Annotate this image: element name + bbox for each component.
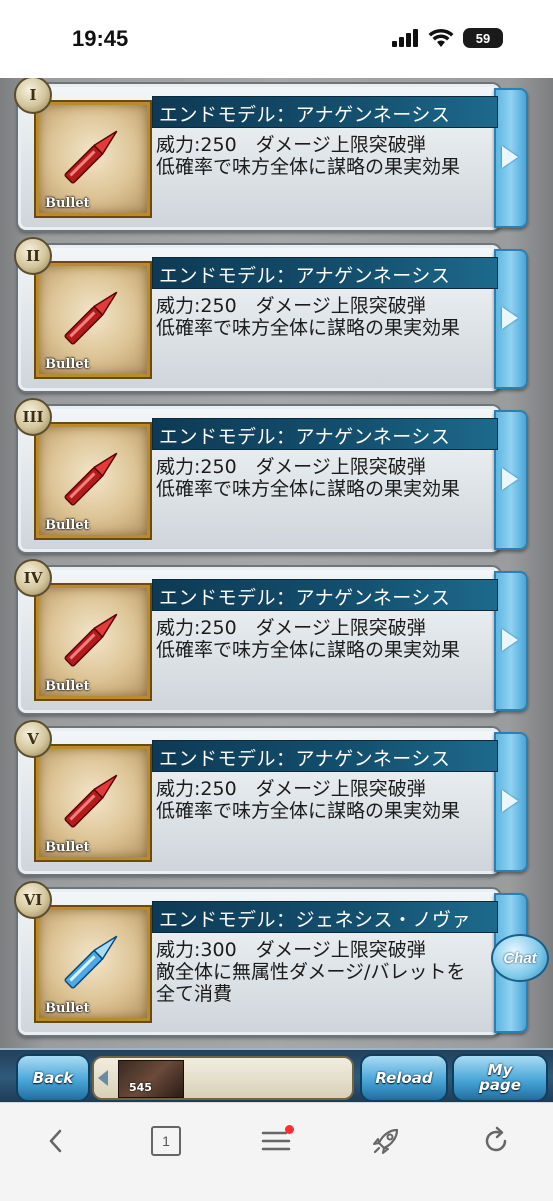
item-name: エンドモデル：アナゲンネーシス	[159, 426, 451, 448]
item-description: 威力:250 ダメージ上限突破弾 低確率で味方全体に謀略の果実効果	[156, 617, 496, 661]
item-thumbnail: Bullet	[36, 424, 150, 538]
description-line: 全て消費	[156, 983, 233, 1005]
item-name-bar: エンドモデル：アナゲンネーシス	[152, 418, 498, 450]
chat-button[interactable]: Chat	[491, 934, 549, 982]
item-card[interactable]: Bullet I エンドモデル：アナゲンネーシス 威力:250 ダメージ上限突破…	[14, 78, 528, 230]
item-type-label: Bullet	[45, 679, 90, 694]
battery-icon: 59	[463, 28, 503, 48]
back-chevron-icon[interactable]	[36, 1121, 76, 1161]
slot-numeral: VI	[14, 881, 52, 919]
arrow-right-icon	[502, 629, 518, 651]
item-thumbnail: Bullet	[36, 907, 150, 1021]
item-description: 威力:300 ダメージ上限突破弾 敵全体に無属性ダメージ/バレットを 全て消費	[156, 939, 496, 1005]
item-name-bar: エンドモデル：アナゲンネーシス	[152, 257, 498, 289]
description-line: 威力:250 ダメージ上限突破弾	[156, 295, 426, 317]
arrow-right-icon	[502, 146, 518, 168]
item-type-label: Bullet	[45, 357, 90, 372]
bullet-icon	[64, 452, 118, 506]
card-detail-button[interactable]	[494, 571, 528, 711]
item-type-label: Bullet	[45, 840, 90, 855]
description-line: 敵全体に無属性ダメージ/バレットを	[156, 961, 466, 983]
character-thumbnail: 545	[118, 1060, 184, 1098]
wifi-icon	[428, 28, 454, 47]
tab-count: 1	[151, 1126, 181, 1156]
item-name: エンドモデル：アナゲンネーシス	[159, 748, 451, 770]
arrow-right-icon	[502, 307, 518, 329]
item-thumbnail: Bullet	[36, 102, 150, 216]
game-nav-bar: Back 545 Reload My page	[0, 1048, 553, 1104]
bullet-icon	[64, 613, 118, 667]
arrow-right-icon	[502, 468, 518, 490]
item-card[interactable]: Bullet III エンドモデル：アナゲンネーシス 威力:250 ダメージ上限…	[14, 398, 528, 552]
item-card[interactable]: Bullet IV エンドモデル：アナゲンネーシス 威力:250 ダメージ上限突…	[14, 559, 528, 713]
mypage-label-line2: page	[479, 1076, 521, 1094]
item-type-label: Bullet	[45, 196, 90, 211]
notification-dot	[285, 1125, 294, 1134]
item-description: 威力:250 ダメージ上限突破弾 低確率で味方全体に謀略の果実効果	[156, 456, 496, 500]
item-name-bar: エンドモデル：アナゲンネーシス	[152, 96, 498, 128]
card-detail-button[interactable]	[494, 88, 528, 228]
item-name: エンドモデル：ジェネシス・ノヴァ	[159, 909, 472, 931]
item-thumbnail: Bullet	[36, 746, 150, 860]
item-name-bar: エンドモデル：ジェネシス・ノヴァ	[152, 901, 498, 933]
description-line: 威力:250 ダメージ上限突破弾	[156, 617, 426, 639]
item-name-bar: エンドモデル：アナゲンネーシス	[152, 740, 498, 772]
arrow-right-icon	[502, 790, 518, 812]
item-thumbnail: Bullet	[36, 263, 150, 377]
description-line: 威力:250 ダメージ上限突破弾	[156, 134, 426, 156]
bullet-icon	[64, 774, 118, 828]
description-line: 低確率で味方全体に謀略の果実効果	[156, 156, 461, 178]
menu-icon[interactable]	[256, 1121, 296, 1161]
slot-numeral: IV	[14, 559, 52, 597]
description-line: 威力:250 ダメージ上限突破弾	[156, 778, 426, 800]
status-time: 19:45	[72, 26, 129, 51]
bullet-icon	[64, 291, 118, 345]
description-line: 低確率で味方全体に謀略の果実効果	[156, 478, 461, 500]
item-thumbnail: Bullet	[36, 585, 150, 699]
back-button[interactable]: Back	[16, 1054, 90, 1102]
item-name-bar: エンドモデル：アナゲンネーシス	[152, 579, 498, 611]
slot-numeral: V	[14, 720, 52, 758]
description-line: 低確率で味方全体に謀略の果実効果	[156, 800, 461, 822]
slot-numeral: III	[14, 398, 52, 436]
slot-numeral: II	[14, 237, 52, 275]
item-card[interactable]: Bullet V エンドモデル：アナゲンネーシス 威力:250 ダメージ上限突破…	[14, 720, 528, 874]
item-card[interactable]: Bullet II エンドモデル：アナゲンネーシス 威力:250 ダメージ上限突…	[14, 237, 528, 391]
game-view: Bullet I エンドモデル：アナゲンネーシス 威力:250 ダメージ上限突破…	[0, 78, 553, 1048]
item-name: エンドモデル：アナゲンネーシス	[159, 104, 451, 126]
description-line: 低確率で味方全体に謀略の果実効果	[156, 317, 461, 339]
item-type-label: Bullet	[45, 1001, 90, 1016]
mypage-button[interactable]: My page	[452, 1054, 548, 1102]
status-bar: 19:45 59	[0, 0, 553, 78]
card-detail-button[interactable]	[494, 732, 528, 872]
item-name: エンドモデル：アナゲンネーシス	[159, 587, 451, 609]
rocket-icon[interactable]	[366, 1121, 406, 1161]
card-detail-button[interactable]	[494, 410, 528, 550]
description-line: 威力:250 ダメージ上限突破弾	[156, 456, 426, 478]
item-type-label: Bullet	[45, 518, 90, 533]
item-description: 威力:250 ダメージ上限突破弾 低確率で味方全体に謀略の果実効果	[156, 295, 496, 339]
card-detail-button[interactable]	[494, 249, 528, 389]
item-description: 威力:250 ダメージ上限突破弾 低確率で味方全体に謀略の果実効果	[156, 134, 496, 178]
item-name: エンドモデル：アナゲンネーシス	[159, 265, 451, 287]
bullet-icon	[64, 935, 118, 989]
item-description: 威力:250 ダメージ上限突破弾 低確率で味方全体に謀略の果実効果	[156, 778, 496, 822]
signal-icon	[392, 29, 418, 47]
mini-status-bar[interactable]: 545	[92, 1056, 354, 1100]
browser-toolbar: 1	[0, 1102, 553, 1201]
reload-button[interactable]: Reload	[360, 1054, 448, 1102]
arrow-left-icon	[98, 1070, 108, 1086]
tabs-icon[interactable]: 1	[146, 1121, 186, 1161]
bullet-icon	[64, 130, 118, 184]
mini-number: 545	[129, 1081, 152, 1094]
item-card[interactable]: Bullet VI エンドモデル：ジェネシス・ノヴァ 威力:300 ダメージ上限…	[14, 881, 528, 1035]
refresh-icon[interactable]	[476, 1121, 516, 1161]
description-line: 威力:300 ダメージ上限突破弾	[156, 939, 426, 961]
status-icons: 59	[391, 28, 503, 48]
description-line: 低確率で味方全体に謀略の果実効果	[156, 639, 461, 661]
